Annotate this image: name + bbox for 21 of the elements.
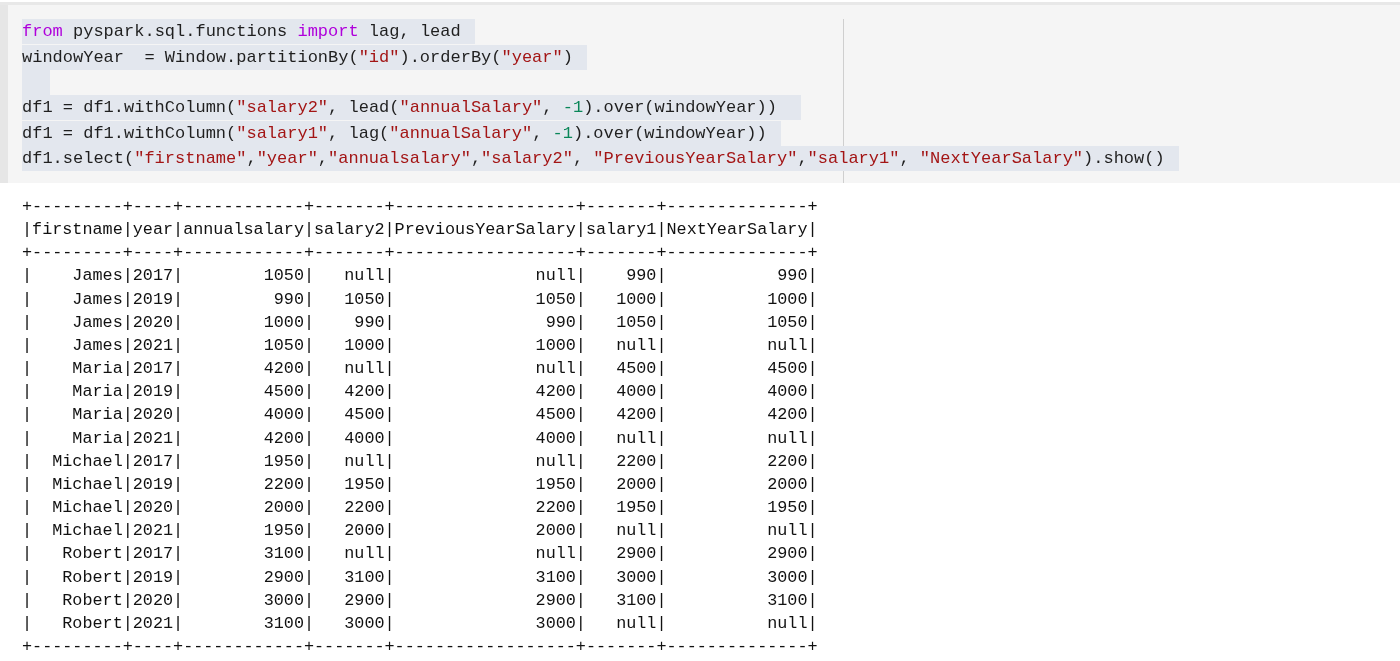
output-line: | Michael|2021| 1950| 2000| 2000| null| null| (22, 520, 818, 543)
output-line: | Michael|2019| 2200| 1950| 1950| 2000| 2000| (22, 473, 818, 496)
output-line: | Maria|2020| 4000| 4500| 4500| 4200| 4200| (22, 404, 818, 427)
output-line: | Robert|2019| 2900| 3100| 3100| 3000| 3000| (22, 566, 818, 589)
output-line: | Robert|2021| 3100| 3000| 3000| null| null| (22, 612, 818, 635)
output-line: | Michael|2017| 1950| null| null| 2200| 2200| (22, 450, 818, 473)
output-line: | Maria|2019| 4500| 4200| 4200| 4000| 4000| (22, 381, 818, 404)
output-line: +---------+----+------------+-------+------------------+-------+--------------+ (22, 196, 818, 218)
output-line: | James|2021| 1050| 1000| 1000| null| null| (22, 334, 818, 357)
output-line: | Michael|2020| 2000| 2200| 2200| 1950| 1950| (22, 497, 818, 520)
output-line: | Maria|2021| 4200| 4000| 4000| null| null| (22, 427, 818, 450)
output-line: | Robert|2017| 3100| null| null| 2900| 2900| (22, 543, 818, 566)
output-line: +---------+----+------------+-------+------------------+-------+--------------+ (22, 635, 818, 658)
output-line: | Maria|2017| 4200| null| null| 4500| 4500| (22, 358, 818, 381)
output-line: | Robert|2020| 3000| 2900| 2900| 3100| 3100| (22, 589, 818, 612)
output-line: |firstname|year|annualsalary|salary2|PreviousYearSalary|salary1|NextYearSalary| (22, 219, 818, 242)
output-line: | James|2017| 1050| null| null| 990| 990| (22, 265, 818, 288)
code-cell[interactable] (0, 5, 1400, 183)
output-line: | James|2020| 1000| 990| 990| 1050| 1050| (22, 311, 818, 334)
output-line: +---------+----+------------+-------+------------------+-------+--------------+ (22, 242, 818, 265)
output-line: | James|2019| 990| 1050| 1050| 1000| 1000| (22, 288, 818, 311)
